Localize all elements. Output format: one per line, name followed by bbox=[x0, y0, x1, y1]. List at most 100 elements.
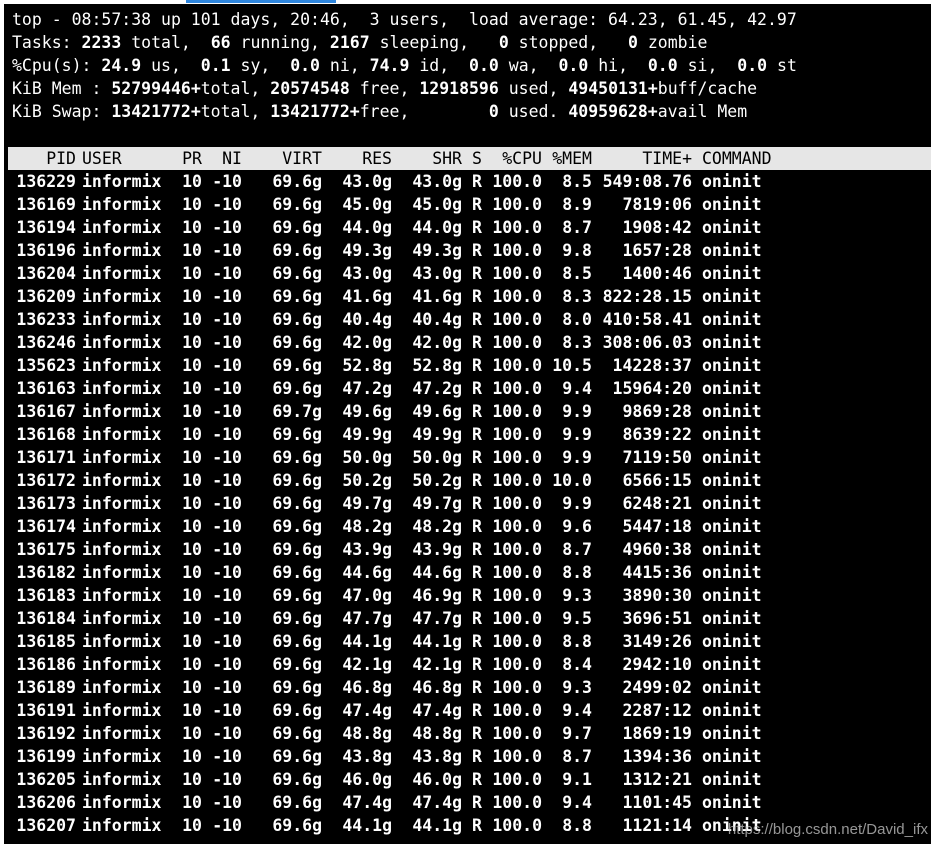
cell-res: 42.0g bbox=[342, 333, 392, 352]
process-row[interactable]: 136196 informix 10 -10 69.6g 49.3g 49.3g R 100.0… bbox=[8, 239, 931, 262]
swap-line: KiB Swap: 13421772+total, 13421772+free,… bbox=[12, 100, 747, 123]
cell-ni: -10 bbox=[212, 264, 242, 283]
cpu-id: 74.9 bbox=[369, 56, 410, 75]
cell-state: R bbox=[472, 494, 482, 513]
cell-ni: -10 bbox=[212, 701, 242, 720]
cell-cpu: 100.0 bbox=[492, 448, 542, 467]
column-header-command: COMMAND bbox=[702, 149, 772, 168]
process-row[interactable]: 136163 informix 10 -10 69.6g 47.2g 47.2g R 100.0… bbox=[8, 377, 931, 400]
process-row[interactable]: 136171 informix 10 -10 69.6g 50.0g 50.0g R 100.0… bbox=[8, 446, 931, 469]
cell-pid: 136172 bbox=[16, 471, 76, 490]
tasks-zombie: 0 bbox=[627, 33, 638, 52]
cell-state: R bbox=[472, 402, 482, 421]
cell-pid: 136168 bbox=[16, 425, 76, 444]
cell-res: 44.1g bbox=[342, 816, 392, 835]
cell-time: 1312:21 bbox=[622, 770, 692, 789]
cell-shr: 47.2g bbox=[412, 379, 462, 398]
cell-cpu: 100.0 bbox=[492, 586, 542, 605]
active-tab-indicator bbox=[186, 0, 336, 3]
process-row[interactable]: 136186 informix 10 -10 69.6g 42.1g 42.1g R 100.0… bbox=[8, 653, 931, 676]
column-header-res: RES bbox=[362, 149, 392, 168]
process-row[interactable]: 136199 informix 10 -10 69.6g 43.8g 43.8g R 100.0… bbox=[8, 745, 931, 768]
process-row[interactable]: 136194 informix 10 -10 69.6g 44.0g 44.0g R 100.0… bbox=[8, 216, 931, 239]
cell-virt: 69.6g bbox=[272, 816, 322, 835]
process-row[interactable]: 136229 informix 10 -10 69.6g 43.0g 43.0g R 100.0… bbox=[8, 170, 931, 193]
process-row[interactable]: 136233 informix 10 -10 69.6g 40.4g 40.4g R 100.0… bbox=[8, 308, 931, 331]
cell-mem: 9.4 bbox=[562, 701, 592, 720]
cell-ni: -10 bbox=[212, 494, 242, 513]
terminal-window[interactable]: top - 08:57:38 up 101 days, 20:46, 3 use… bbox=[4, 4, 931, 844]
process-row[interactable]: 136246 informix 10 -10 69.6g 42.0g 42.0g R 100.0… bbox=[8, 331, 931, 354]
cell-cpu: 100.0 bbox=[492, 701, 542, 720]
process-row[interactable]: 136205 informix 10 -10 69.6g 46.0g 46.0g R 100.0… bbox=[8, 768, 931, 791]
process-row[interactable]: 136172 informix 10 -10 69.6g 50.2g 50.2g R 100.0… bbox=[8, 469, 931, 492]
cell-user: informix bbox=[82, 356, 162, 375]
process-row[interactable]: 136184 informix 10 -10 69.6g 47.7g 47.7g R 100.0… bbox=[8, 607, 931, 630]
mem-line: KiB Mem : 52799446+total, 20574548 free,… bbox=[12, 77, 757, 100]
cell-state: R bbox=[472, 563, 482, 582]
cell-shr: 42.1g bbox=[412, 655, 462, 674]
cell-ni: -10 bbox=[212, 195, 242, 214]
cell-virt: 69.7g bbox=[272, 402, 322, 421]
cell-mem: 9.3 bbox=[562, 586, 592, 605]
process-row[interactable]: 136206 informix 10 -10 69.6g 47.4g 47.4g R 100.0… bbox=[8, 791, 931, 814]
cell-shr: 41.6g bbox=[412, 287, 462, 306]
process-row[interactable]: 136169 informix 10 -10 69.6g 45.0g 45.0g R 100.0… bbox=[8, 193, 931, 216]
cell-pid: 136184 bbox=[16, 609, 76, 628]
process-row[interactable]: 136189 informix 10 -10 69.6g 46.8g 46.8g R 100.0… bbox=[8, 676, 931, 699]
cell-mem: 9.9 bbox=[562, 448, 592, 467]
cpu-hi: 0.0 bbox=[558, 56, 589, 75]
cell-pr: 10 bbox=[182, 310, 202, 329]
cell-mem: 9.5 bbox=[562, 609, 592, 628]
cell-cpu: 100.0 bbox=[492, 287, 542, 306]
column-header-pid: PID bbox=[46, 149, 76, 168]
process-row[interactable]: 136182 informix 10 -10 69.6g 44.6g 44.6g R 100.0… bbox=[8, 561, 931, 584]
cell-mem: 8.5 bbox=[562, 264, 592, 283]
column-header-cpu: %CPU bbox=[502, 149, 542, 168]
process-row[interactable]: 136209 informix 10 -10 69.6g 41.6g 41.6g R 100.0… bbox=[8, 285, 931, 308]
process-row[interactable]: 136185 informix 10 -10 69.6g 44.1g 44.1g R 100.0… bbox=[8, 630, 931, 653]
cell-state: R bbox=[472, 218, 482, 237]
cell-time: 8639:22 bbox=[622, 425, 692, 444]
cell-user: informix bbox=[82, 563, 162, 582]
cell-state: R bbox=[472, 287, 482, 306]
mem-used: 12918596 bbox=[419, 79, 499, 98]
process-row[interactable]: 136183 informix 10 -10 69.6g 47.0g 46.9g R 100.0… bbox=[8, 584, 931, 607]
cell-shr: 46.8g bbox=[412, 678, 462, 697]
process-row[interactable]: 136204 informix 10 -10 69.6g 43.0g 43.0g R 100.0… bbox=[8, 262, 931, 285]
cell-command: oninit bbox=[702, 793, 762, 812]
cell-cpu: 100.0 bbox=[492, 747, 542, 766]
process-row[interactable]: 136192 informix 10 -10 69.6g 48.8g 48.8g R 100.0… bbox=[8, 722, 931, 745]
process-row[interactable]: 135623 informix 10 -10 69.6g 52.8g 52.8g R 100.0… bbox=[8, 354, 931, 377]
cell-ni: -10 bbox=[212, 563, 242, 582]
cell-mem: 9.9 bbox=[562, 425, 592, 444]
cell-mem: 8.7 bbox=[562, 747, 592, 766]
process-row[interactable]: 136168 informix 10 -10 69.6g 49.9g 49.9g R 100.0… bbox=[8, 423, 931, 446]
process-table-header: PID USER PR NI VIRT RES SHR S %CPU %MEM … bbox=[8, 147, 931, 170]
process-row[interactable]: 136191 informix 10 -10 69.6g 47.4g 47.4g R 100.0… bbox=[8, 699, 931, 722]
cell-mem: 9.7 bbox=[562, 724, 592, 743]
cell-cpu: 100.0 bbox=[492, 517, 542, 536]
mem-free-label: free, bbox=[349, 79, 420, 98]
cell-mem: 9.8 bbox=[562, 241, 592, 260]
process-row[interactable]: 136174 informix 10 -10 69.6g 48.2g 48.2g R 100.0… bbox=[8, 515, 931, 538]
cell-pid: 136229 bbox=[16, 172, 76, 191]
cell-time: 1101:45 bbox=[622, 793, 692, 812]
cell-res: 47.0g bbox=[342, 586, 392, 605]
process-row[interactable]: 136175 informix 10 -10 69.6g 43.9g 43.9g R 100.0… bbox=[8, 538, 931, 561]
cell-shr: 43.0g bbox=[412, 264, 462, 283]
process-row[interactable]: 136173 informix 10 -10 69.6g 49.7g 49.7g R 100.0… bbox=[8, 492, 931, 515]
cell-cpu: 100.0 bbox=[492, 678, 542, 697]
cpu-us-label: us, bbox=[141, 56, 201, 75]
cell-cpu: 100.0 bbox=[492, 540, 542, 559]
column-header-virt: VIRT bbox=[282, 149, 322, 168]
cell-ni: -10 bbox=[212, 609, 242, 628]
mem-used-label: used, bbox=[498, 79, 569, 98]
cell-res: 52.8g bbox=[342, 356, 392, 375]
process-row[interactable]: 136167 informix 10 -10 69.7g 49.6g 49.6g R 100.0… bbox=[8, 400, 931, 423]
cell-user: informix bbox=[82, 586, 162, 605]
cell-virt: 69.6g bbox=[272, 425, 322, 444]
uptime-line: top - 08:57:38 up 101 days, 20:46, 3 use… bbox=[12, 10, 797, 29]
mem-total-label: total, bbox=[200, 79, 271, 98]
cell-command: oninit bbox=[702, 471, 762, 490]
